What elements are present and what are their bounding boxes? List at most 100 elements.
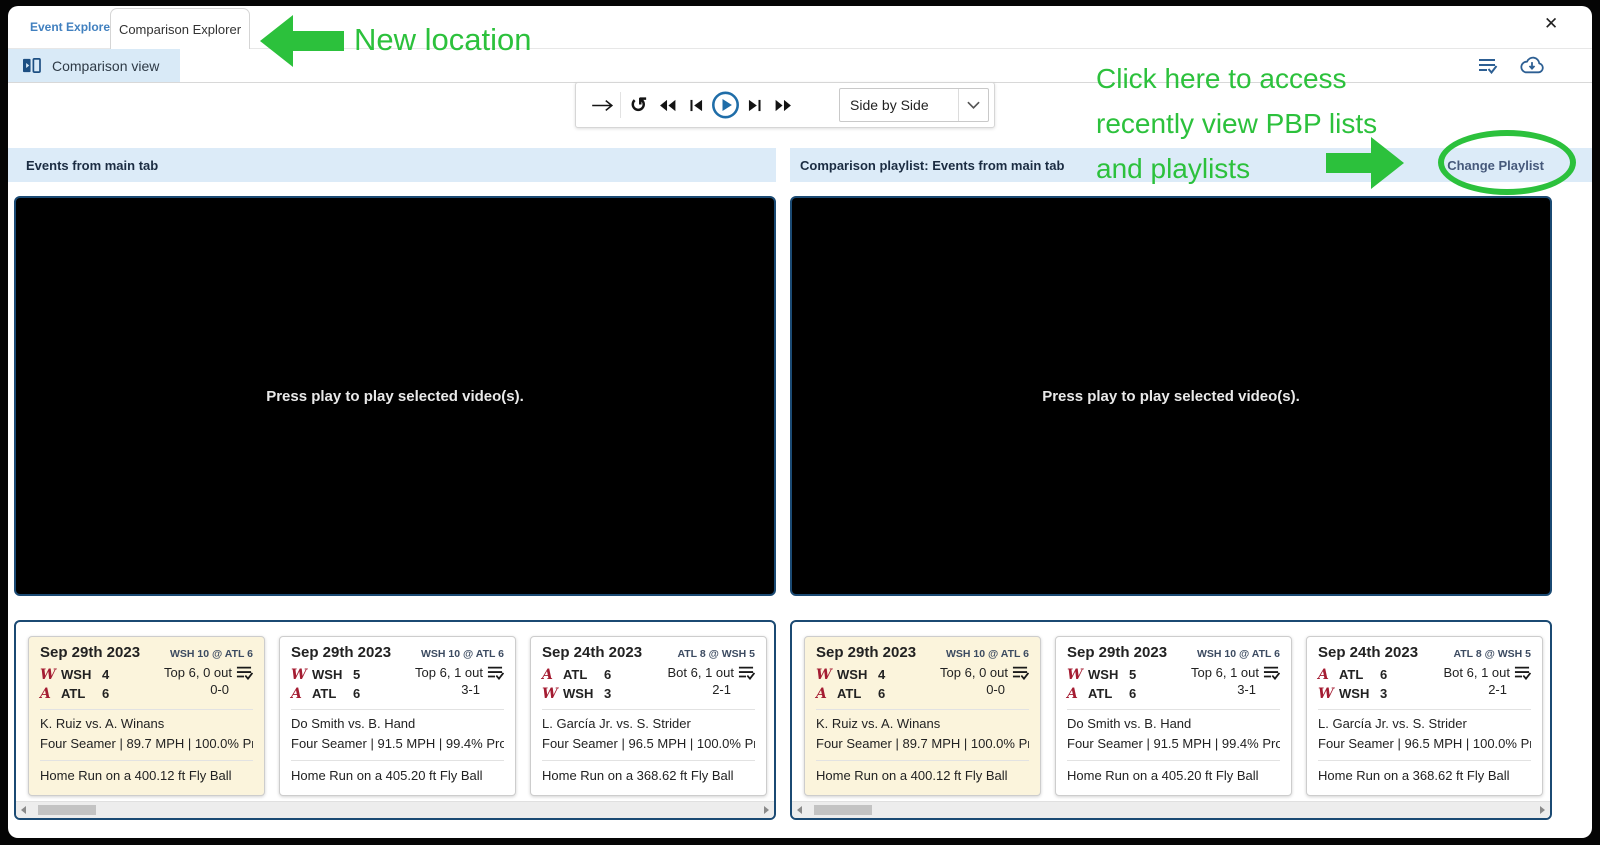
card-teams: AATL6 WWSH3: [1318, 665, 1387, 703]
card-matchup: Do Smith vs. B. Hand: [291, 714, 504, 734]
chevron-down-icon: [958, 89, 988, 121]
comparison-view-chip[interactable]: Comparison view: [8, 49, 180, 82]
tab-comparison-explorer[interactable]: Comparison Explorer: [110, 8, 250, 49]
event-card[interactable]: Sep 24th 2023 ATL 8 @ WSH 5 AATL6 WWSH3 …: [530, 636, 767, 796]
rewind-icon[interactable]: [653, 88, 682, 122]
team-logo: W: [40, 667, 61, 683]
right-event-list: Sep 29th 2023 WSH 10 @ ATL 6 WWSH4 AATL6…: [790, 620, 1552, 820]
card-situation: Bot 6, 1 out: [668, 665, 735, 680]
compare-panels-icon: [22, 57, 41, 74]
card-situation: Top 6, 0 out: [940, 665, 1008, 680]
right-video-placeholder: Press play to play selected video(s).: [1042, 388, 1300, 405]
divider: [291, 709, 504, 710]
divider: [1318, 709, 1531, 710]
card-teams: WWSH5 AATL6: [1067, 665, 1136, 703]
card-result: Home Run on a 400.12 ft Fly Ball: [40, 766, 253, 786]
card-game-score: ATL 8 @ WSH 5: [1453, 648, 1531, 660]
event-card[interactable]: Sep 24th 2023 ATL 8 @ WSH 5 AATL6 WWSH3 …: [1306, 636, 1543, 796]
skip-arrow-icon[interactable]: [588, 88, 617, 122]
toolbar-row: Comparison view: [8, 48, 1592, 83]
previous-frame-icon[interactable]: [682, 88, 711, 122]
card-pitch-info: Four Seamer | 91.5 MPH | 99.4% ProbSL: [291, 734, 504, 754]
divider: [816, 760, 1029, 761]
change-playlist-button[interactable]: Change Playlist: [1447, 148, 1544, 182]
horizontal-scrollbar[interactable]: [16, 801, 774, 818]
card-pitch-info: Four Seamer | 89.7 MPH | 100.0% ProbSL: [40, 734, 253, 754]
playlist-check-icon[interactable]: [1262, 665, 1280, 680]
next-frame-icon[interactable]: [740, 88, 769, 122]
left-video-placeholder: Press play to play selected video(s).: [266, 388, 524, 405]
card-count: 3-1: [415, 682, 504, 697]
card-matchup: Do Smith vs. B. Hand: [1067, 714, 1280, 734]
card-game-score: ATL 8 @ WSH 5: [677, 648, 755, 660]
team-logo: W: [1067, 667, 1088, 683]
card-date: Sep 29th 2023: [40, 644, 140, 661]
card-game-score: WSH 10 @ ATL 6: [170, 648, 253, 660]
card-result: Home Run on a 400.12 ft Fly Ball: [816, 766, 1029, 786]
card-teams: WWSH4 AATL6: [816, 665, 885, 703]
card-date: Sep 24th 2023: [542, 644, 642, 661]
card-game-score: WSH 10 @ ATL 6: [421, 648, 504, 660]
team-logo: W: [542, 686, 563, 702]
card-date: Sep 24th 2023: [1318, 644, 1418, 661]
left-video-player: Press play to play selected video(s).: [14, 196, 776, 596]
scroll-right-arrow[interactable]: [1540, 806, 1545, 814]
playlist-check-icon[interactable]: [486, 665, 504, 680]
card-game-score: WSH 10 @ ATL 6: [946, 648, 1029, 660]
playlist-check-icon[interactable]: [1476, 57, 1498, 74]
playlist-check-icon[interactable]: [235, 665, 253, 680]
card-teams: WWSH5 AATL6: [291, 665, 360, 703]
close-icon[interactable]: ✕: [1544, 15, 1558, 32]
divider: [816, 709, 1029, 710]
view-mode-select[interactable]: Side by Side: [839, 88, 989, 122]
divider: [40, 709, 253, 710]
team-logo: W: [291, 667, 312, 683]
card-situation: Top 6, 1 out: [1191, 665, 1259, 680]
tab-event-explorer[interactable]: Event Explorer: [30, 20, 115, 34]
right-panel-title: Comparison playlist: Events from main ta…: [800, 158, 1064, 173]
card-count: 0-0: [164, 682, 253, 697]
card-matchup: L. García Jr. vs. S. Strider: [1318, 714, 1531, 734]
play-button[interactable]: [711, 88, 740, 122]
playlist-check-icon[interactable]: [737, 665, 755, 680]
playlist-check-icon[interactable]: [1011, 665, 1029, 680]
event-card[interactable]: Sep 29th 2023 WSH 10 @ ATL 6 WWSH5 AATL6…: [279, 636, 516, 796]
right-cards-row: Sep 29th 2023 WSH 10 @ ATL 6 WWSH4 AATL6…: [804, 636, 1543, 796]
left-panel-header: Events from main tab: [8, 148, 776, 182]
scroll-left-arrow[interactable]: [21, 806, 26, 814]
scrollbar-thumb[interactable]: [814, 805, 872, 815]
right-video-player: Press play to play selected video(s).: [790, 196, 1552, 596]
playlist-check-icon[interactable]: [1513, 665, 1531, 680]
scroll-left-arrow[interactable]: [797, 806, 802, 814]
team-logo: W: [1318, 686, 1339, 702]
event-card[interactable]: Sep 29th 2023 WSH 10 @ ATL 6 WWSH4 AATL6…: [804, 636, 1041, 796]
event-card[interactable]: Sep 29th 2023 WSH 10 @ ATL 6 WWSH5 AATL6…: [1055, 636, 1292, 796]
team-logo: A: [1318, 667, 1339, 683]
divider: [542, 760, 755, 761]
card-result: Home Run on a 368.62 ft Fly Ball: [1318, 766, 1531, 786]
card-game-score: WSH 10 @ ATL 6: [1197, 648, 1280, 660]
event-card[interactable]: Sep 29th 2023 WSH 10 @ ATL 6 WWSH4 AATL6…: [28, 636, 265, 796]
divider: [1318, 760, 1531, 761]
card-situation: Bot 6, 1 out: [1444, 665, 1511, 680]
team-logo: A: [816, 686, 837, 702]
card-result: Home Run on a 368.62 ft Fly Ball: [542, 766, 755, 786]
team-logo: W: [816, 667, 837, 683]
card-count: 2-1: [668, 682, 756, 697]
restart-icon[interactable]: ↺: [624, 88, 653, 122]
divider: [620, 92, 621, 118]
divider: [1067, 709, 1280, 710]
scrollbar-thumb[interactable]: [38, 805, 96, 815]
cloud-download-icon[interactable]: [1518, 55, 1546, 76]
card-pitch-info: Four Seamer | 91.5 MPH | 99.4% ProbSL: [1067, 734, 1280, 754]
scroll-right-arrow[interactable]: [764, 806, 769, 814]
card-pitch-info: Four Seamer | 96.5 MPH | 100.0% ProbSL: [1318, 734, 1531, 754]
card-count: 0-0: [940, 682, 1029, 697]
card-matchup: K. Ruiz vs. A. Winans: [816, 714, 1029, 734]
card-date: Sep 29th 2023: [291, 644, 391, 661]
card-pitch-info: Four Seamer | 89.7 MPH | 100.0% ProbSL: [816, 734, 1029, 754]
fast-forward-icon[interactable]: [769, 88, 798, 122]
card-teams: AATL6 WWSH3: [542, 665, 611, 703]
horizontal-scrollbar[interactable]: [792, 801, 1550, 818]
comparison-view-label: Comparison view: [52, 58, 159, 74]
